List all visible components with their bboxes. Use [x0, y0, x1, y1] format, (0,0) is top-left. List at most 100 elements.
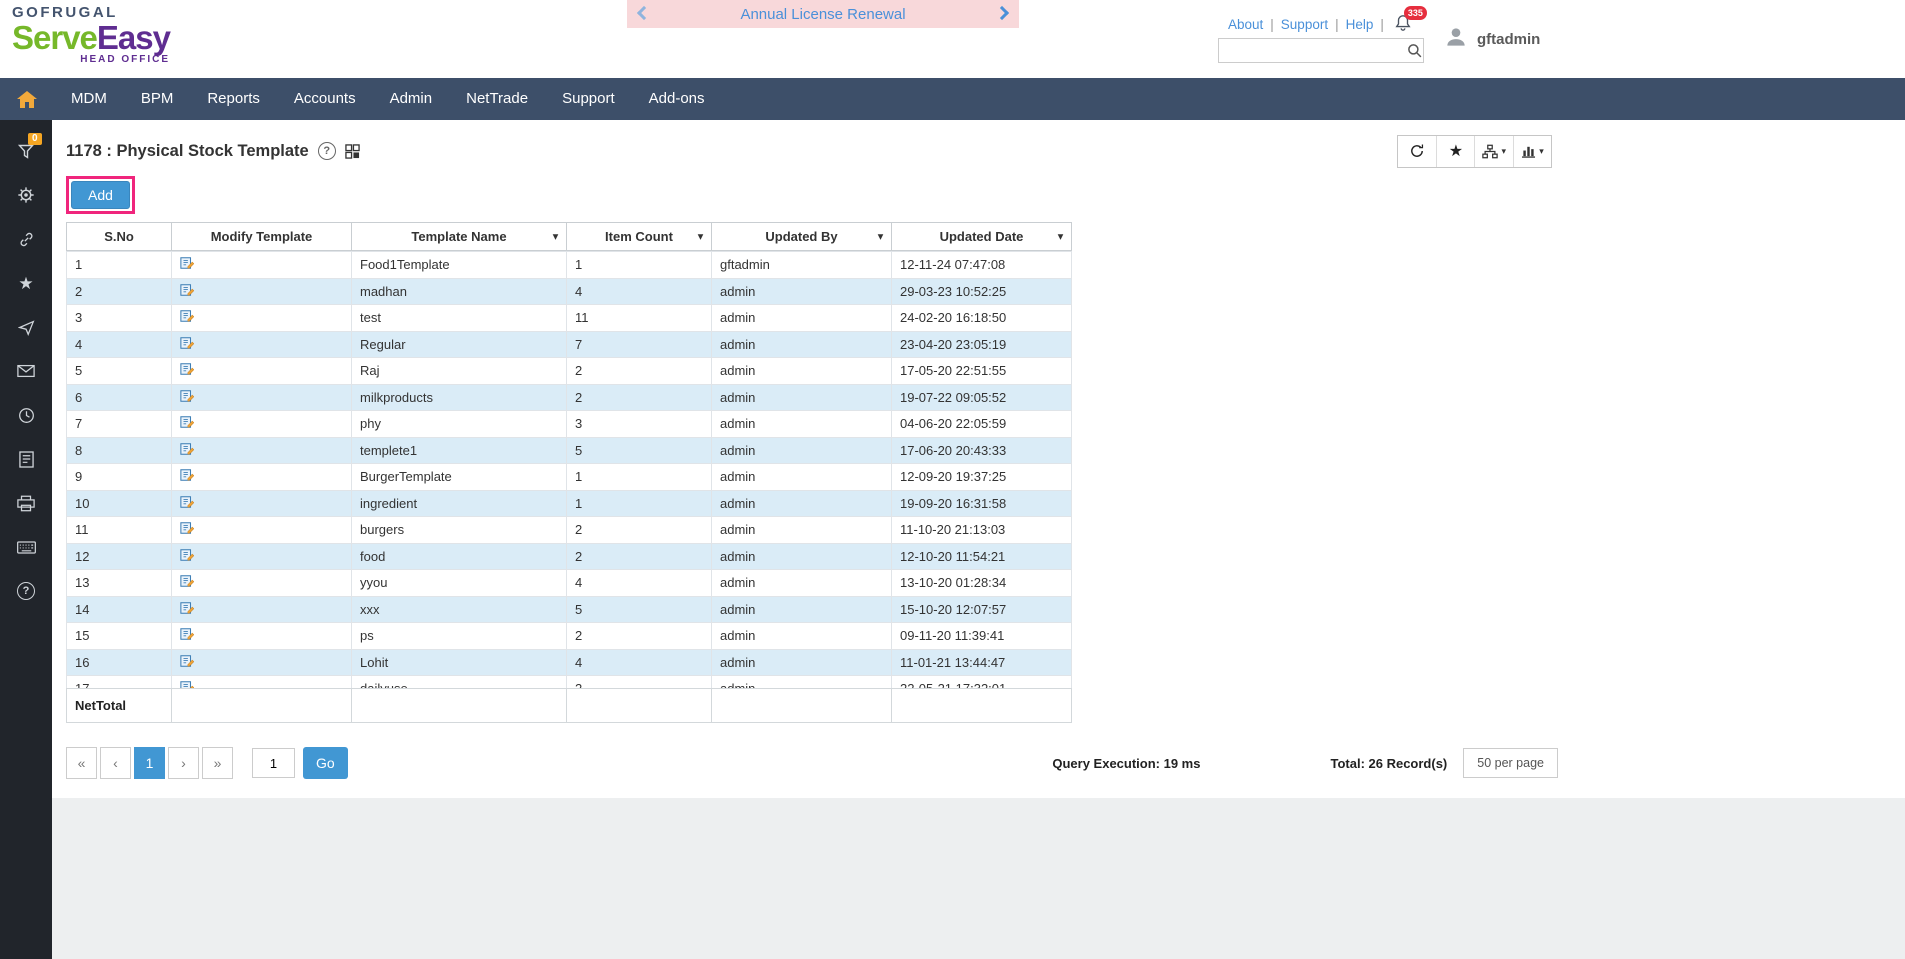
- send-icon[interactable]: [17, 318, 35, 336]
- table-row[interactable]: 8 templete1 5 admin 17-06-20 20:43:33: [66, 436, 1072, 464]
- support-link[interactable]: Support: [1281, 17, 1328, 32]
- last-page-button[interactable]: »: [202, 747, 233, 779]
- table-row[interactable]: 12 food 2 admin 12-10-20 11:54:21: [66, 542, 1072, 570]
- cell-sno: 16: [66, 648, 172, 676]
- page-title-row: 1178 : Physical Stock Template ? ★ ▾ ▾: [66, 134, 1552, 168]
- cell-template-name: madhan: [351, 277, 567, 305]
- table-row[interactable]: 16 Lohit 4 admin 11-01-21 13:44:47: [66, 648, 1072, 676]
- nav-item-admin[interactable]: Admin: [373, 78, 450, 120]
- cell-modify-template: [171, 622, 352, 650]
- modify-template-icon[interactable]: [180, 257, 195, 273]
- go-button[interactable]: Go: [303, 747, 348, 779]
- keyboard-icon[interactable]: [16, 538, 36, 556]
- cell-modify-template: [171, 251, 352, 279]
- modify-template-icon[interactable]: [180, 681, 195, 688]
- star-icon: ★: [1448, 143, 1464, 160]
- modify-template-icon[interactable]: [180, 310, 195, 326]
- table-row[interactable]: 3 test 11 admin 24-02-20 16:18:50: [66, 304, 1072, 332]
- table-row[interactable]: 13 yyou 4 admin 13-10-20 01:28:34: [66, 569, 1072, 597]
- table-row[interactable]: 2 madhan 4 admin 29-03-23 10:52:25: [66, 277, 1072, 305]
- modify-template-icon[interactable]: [180, 495, 195, 512]
- mail-icon[interactable]: [17, 362, 35, 380]
- first-page-button[interactable]: «: [66, 747, 97, 779]
- nav-item-support[interactable]: Support: [545, 78, 632, 120]
- nav-item-reports[interactable]: Reports: [190, 78, 277, 120]
- notifications-bell-icon[interactable]: 335: [1394, 6, 1427, 35]
- modify-template-icon[interactable]: [180, 654, 195, 671]
- next-page-button[interactable]: ›: [168, 747, 199, 779]
- grid-toolbar: ★ ▾ ▾: [1397, 134, 1552, 168]
- table-row[interactable]: 14 xxx 5 admin 15-10-20 12:07:57: [66, 595, 1072, 623]
- current-page-button[interactable]: 1: [134, 747, 165, 779]
- sort-caret-icon[interactable]: ▾: [553, 231, 558, 242]
- table-row[interactable]: 9 BurgerTemplate 1 admin 12-09-20 19:37:…: [66, 463, 1072, 491]
- sort-caret-icon[interactable]: ▾: [698, 231, 703, 242]
- table-row[interactable]: 4 Regular 7 admin 23-04-20 23:05:19: [66, 330, 1072, 358]
- header-item-count[interactable]: Item Count ▾: [566, 222, 712, 251]
- table-row[interactable]: 17 dailyuse 2 admin 22-05-21 17:32:01: [66, 675, 1072, 688]
- prev-page-button[interactable]: ‹: [100, 747, 131, 779]
- modify-template-icon[interactable]: [180, 469, 195, 485]
- table-row[interactable]: 5 Raj 2 admin 17-05-20 22:51:55: [66, 357, 1072, 385]
- cell-modify-template: [171, 542, 352, 570]
- home-icon[interactable]: [0, 90, 54, 109]
- per-page-select[interactable]: 50 per page: [1463, 748, 1558, 778]
- nav-item-accounts[interactable]: Accounts: [277, 78, 373, 120]
- header-updated-date[interactable]: Updated Date ▾: [891, 222, 1072, 251]
- cell-item-count: 2: [566, 675, 712, 688]
- page-help-icon[interactable]: ?: [317, 142, 336, 160]
- modify-template-icon[interactable]: [180, 628, 195, 644]
- modify-template-icon[interactable]: [180, 389, 195, 406]
- add-button[interactable]: Add: [71, 181, 130, 209]
- modify-template-icon[interactable]: [180, 442, 195, 459]
- sort-caret-icon[interactable]: ▾: [878, 231, 883, 242]
- banner-prev-icon[interactable]: [636, 5, 652, 21]
- cell-modify-template: [171, 489, 352, 517]
- cell-item-count: 5: [566, 436, 712, 464]
- nav-item-nettrade[interactable]: NetTrade: [449, 78, 545, 120]
- header-updated-by[interactable]: Updated By ▾: [711, 222, 892, 251]
- logo-head-office: HEAD OFFICE: [80, 54, 170, 65]
- nav-item-bpm[interactable]: BPM: [124, 78, 191, 120]
- modify-template-icon[interactable]: [180, 601, 195, 618]
- search-icon[interactable]: [1407, 43, 1428, 58]
- news-document-icon[interactable]: [18, 450, 34, 468]
- modify-template-icon[interactable]: [180, 522, 195, 538]
- help-icon-sidebar[interactable]: ?: [17, 582, 35, 600]
- refresh-button[interactable]: [1398, 136, 1436, 167]
- table-row[interactable]: 7 phy 3 admin 04-06-20 22:05:59: [66, 410, 1072, 438]
- link-icon[interactable]: [18, 230, 35, 248]
- page-number-input[interactable]: [252, 748, 295, 778]
- nav-item-mdm[interactable]: MDM: [54, 78, 124, 120]
- settings-gear-icon[interactable]: [17, 186, 35, 204]
- header-template-name[interactable]: Template Name ▾: [351, 222, 567, 251]
- modify-template-icon[interactable]: [180, 548, 195, 565]
- chart-view-button[interactable]: ▾: [1513, 135, 1551, 167]
- table-row[interactable]: 1 Food1Template 1 gftadmin 12-11-24 07:4…: [66, 251, 1072, 279]
- favorites-star-icon[interactable]: ★: [18, 274, 33, 292]
- modify-template-icon[interactable]: [180, 575, 195, 591]
- history-clock-icon[interactable]: [18, 406, 35, 424]
- hierarchy-view-button[interactable]: ▾: [1474, 135, 1513, 167]
- banner-next-icon[interactable]: [994, 5, 1010, 21]
- favorite-button[interactable]: ★: [1436, 135, 1474, 167]
- dashboard-grid-icon[interactable]: [345, 143, 360, 159]
- about-link[interactable]: About: [1228, 17, 1263, 32]
- filter-icon[interactable]: 0: [18, 133, 42, 160]
- search-input[interactable]: [1219, 43, 1407, 58]
- modify-template-icon[interactable]: [180, 336, 195, 353]
- nav-item-addons[interactable]: Add-ons: [632, 78, 722, 120]
- modify-template-icon[interactable]: [180, 283, 195, 300]
- user-menu[interactable]: gftadmin: [1443, 24, 1540, 54]
- logo-serve: Serve: [12, 19, 98, 56]
- print-icon[interactable]: [17, 494, 35, 512]
- table-row[interactable]: 6 milkproducts 2 admin 19-07-22 09:05:52: [66, 383, 1072, 411]
- help-link[interactable]: Help: [1346, 17, 1374, 32]
- table-row[interactable]: 11 burgers 2 admin 11-10-20 21:13:03: [66, 516, 1072, 544]
- table-row[interactable]: 15 ps 2 admin 09-11-20 11:39:41: [66, 622, 1072, 650]
- sort-caret-icon[interactable]: ▾: [1058, 231, 1063, 242]
- table-row[interactable]: 10 ingredient 1 admin 19-09-20 16:31:58: [66, 489, 1072, 517]
- modify-template-icon[interactable]: [180, 363, 195, 379]
- modify-template-icon[interactable]: [180, 416, 195, 432]
- table-scroll-area[interactable]: 1 Food1Template 1 gftadmin 12-11-24 07:4…: [66, 251, 1566, 688]
